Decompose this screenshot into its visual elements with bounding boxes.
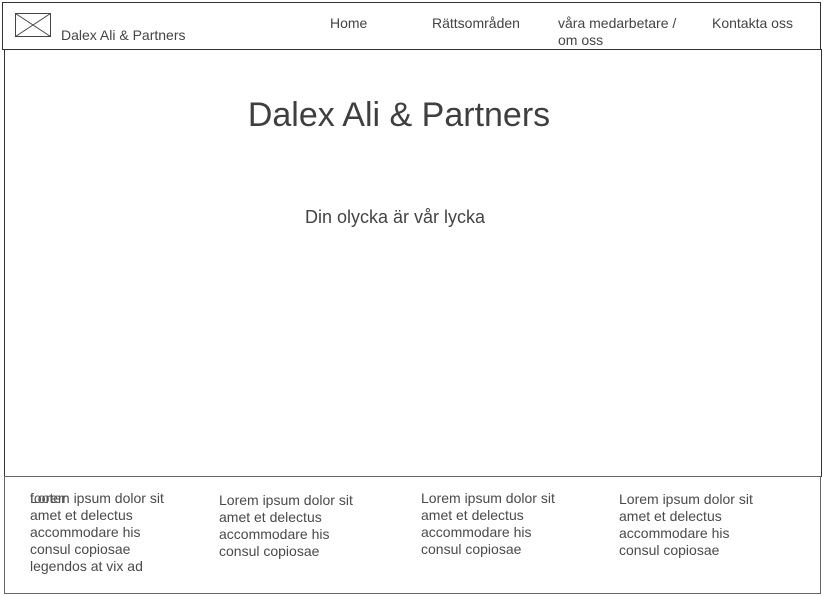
site-header: Dalex Ali & Partners <box>2 2 821 50</box>
footer-column-2: Lorem ipsum dolor sit amet et delectus a… <box>219 492 353 559</box>
brand-name[interactable]: Dalex Ali & Partners <box>61 27 186 43</box>
footer-label: footer <box>30 490 66 506</box>
nav-staff-link[interactable]: våra medarbetare / om oss <box>558 15 698 49</box>
hero-tagline: Din olycka är vår lycka <box>304 207 486 227</box>
footer-column-3: Lorem ipsum dolor sit amet et delectus a… <box>421 490 555 557</box>
footer-column-1: footer Lorem ipsum dolor sit amet et del… <box>30 490 180 575</box>
nav-home-link[interactable]: Home <box>330 15 367 32</box>
footer-column-4: Lorem ipsum dolor sit amet et delectus a… <box>619 491 753 558</box>
nav-contact-link[interactable]: Kontakta oss <box>712 15 793 32</box>
image-placeholder-icon[interactable] <box>15 13 51 37</box>
nav-areas-link[interactable]: Rättsområden <box>432 15 520 32</box>
hero-title: Dalex Ali & Partners <box>247 96 551 134</box>
